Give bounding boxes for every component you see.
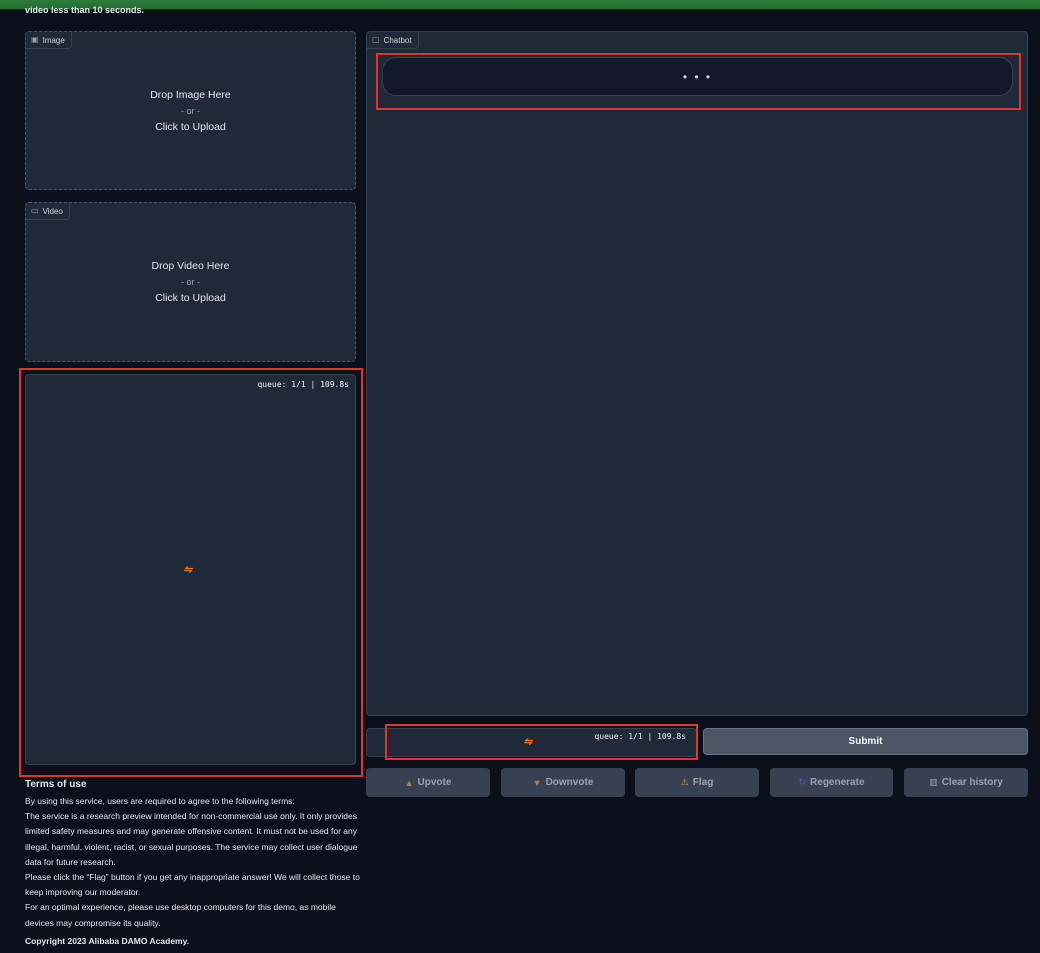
terms-line: The service is a research preview intend… xyxy=(25,811,358,867)
highlight-box-output xyxy=(19,368,363,777)
highlight-box-input xyxy=(385,724,698,760)
terms-line: By using this service, users are require… xyxy=(25,796,295,806)
image-drop-instructions: Drop Image Here - or - Click to Upload xyxy=(26,87,355,135)
flag-button[interactable]: ⚠ Flag xyxy=(635,768,759,797)
trash-icon: ▥ xyxy=(929,777,938,787)
copyright-text: Copyright 2023 Alibaba DAMO Academy. xyxy=(25,935,190,946)
image-icon: ▣ xyxy=(31,35,39,44)
warning-icon: ⚠ xyxy=(680,777,689,787)
image-or-text: - or - xyxy=(181,106,200,116)
video-click-to-upload[interactable]: Click to Upload xyxy=(26,290,355,306)
image-upload-dropzone[interactable]: ▣ Image Drop Image Here - or - Click to … xyxy=(25,31,356,190)
clear-history-button[interactable]: ▥ Clear history xyxy=(904,768,1028,797)
upvote-button[interactable]: ▲ Upvote xyxy=(366,768,490,797)
submit-button[interactable]: Submit xyxy=(703,728,1028,755)
video-drop-text: Drop Video Here xyxy=(151,260,230,272)
chatbot-label: ▢ Chatbot xyxy=(367,32,419,49)
refresh-icon: ↻ xyxy=(798,777,807,787)
terms-line: Please click the “Flag” button if you ge… xyxy=(25,872,360,898)
chat-icon: ▢ xyxy=(372,35,380,44)
image-drop-text: Drop Image Here xyxy=(150,89,231,101)
video-upload-label: ▭ Video xyxy=(26,203,70,220)
highlight-box-chat xyxy=(376,53,1021,110)
intro-text: video less than 10 seconds. xyxy=(25,5,145,15)
video-icon: ▭ xyxy=(31,206,39,215)
chatbot-panel: ▢ Chatbot xyxy=(366,31,1028,716)
regenerate-button[interactable]: ↻ Regenerate xyxy=(770,768,893,797)
video-or-text: - or - xyxy=(181,277,200,287)
downvote-button[interactable]: ▼ Downvote xyxy=(501,768,625,797)
terms-line: For an optimal experience, please use de… xyxy=(25,902,336,928)
terms-title: Terms of use xyxy=(25,779,87,790)
video-upload-dropzone[interactable]: ▭ Video Drop Video Here - or - Click to … xyxy=(25,202,356,362)
thumbs-down-icon: ▼ xyxy=(532,777,542,788)
thumbs-up-icon: ▲ xyxy=(404,777,414,788)
terms-of-use: Terms of use By using this service, user… xyxy=(25,778,360,949)
image-upload-label: ▣ Image xyxy=(26,32,72,49)
video-drop-instructions: Drop Video Here - or - Click to Upload xyxy=(26,258,355,306)
image-click-to-upload[interactable]: Click to Upload xyxy=(26,119,355,135)
top-bar xyxy=(0,0,1040,10)
